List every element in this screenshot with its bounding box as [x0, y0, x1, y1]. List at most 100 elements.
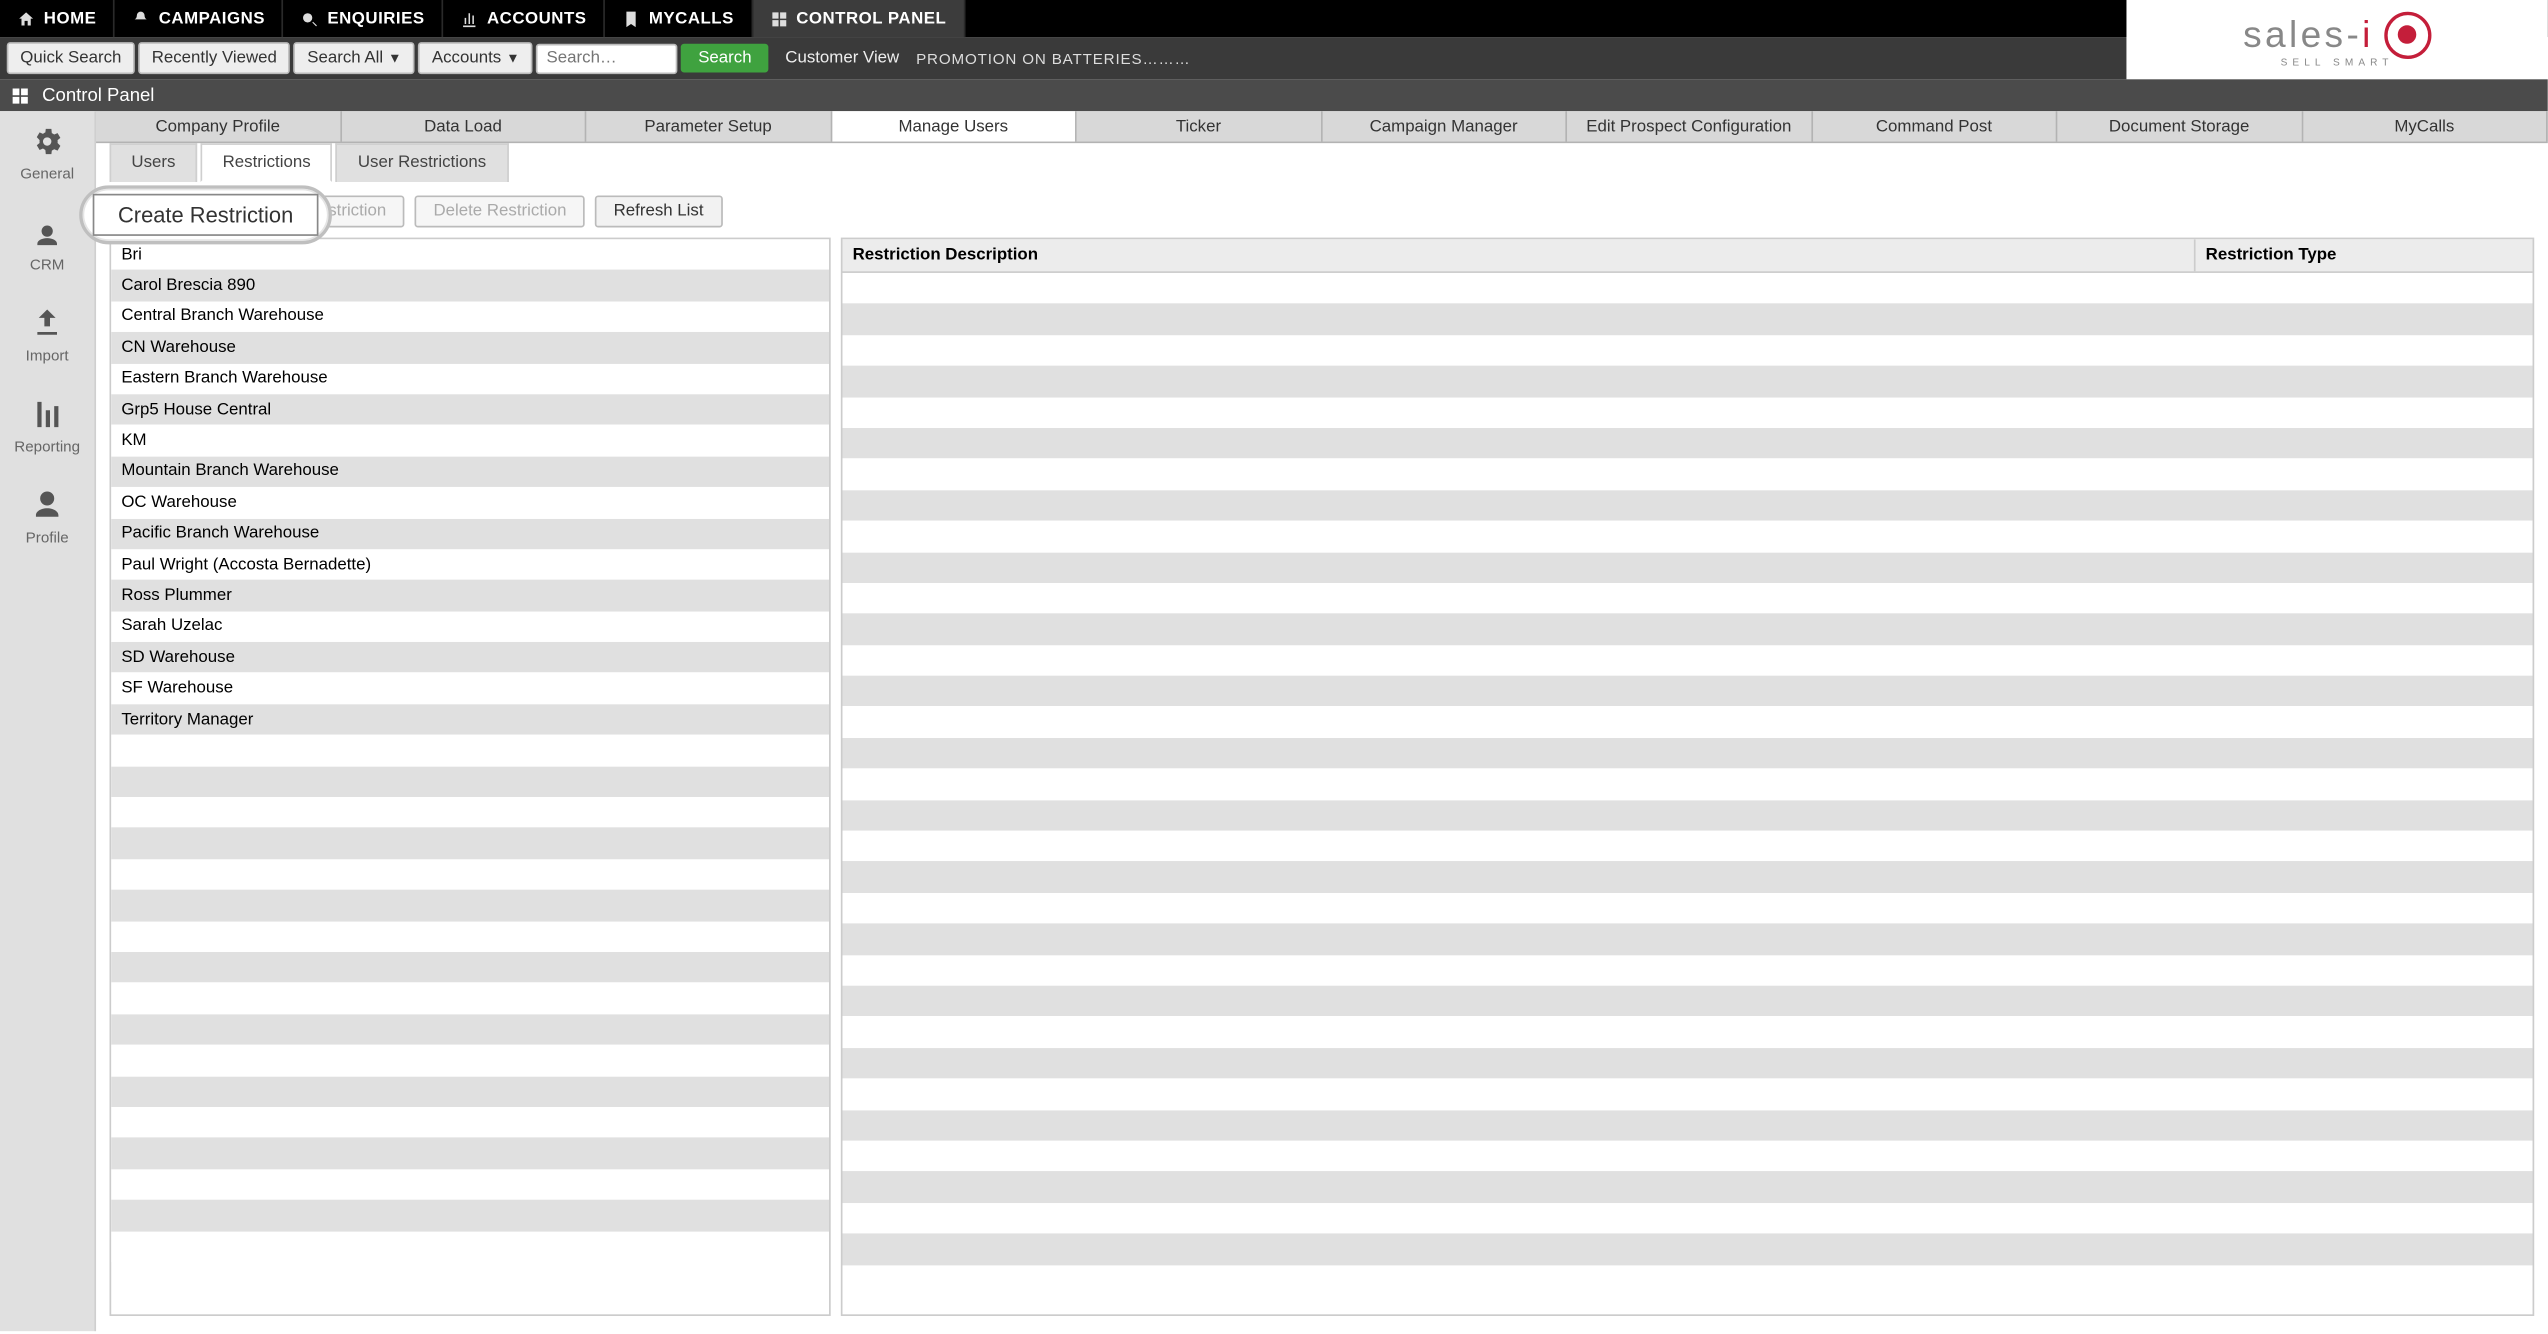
- detail-row: [843, 1203, 2533, 1234]
- sidebar-label: General: [20, 165, 74, 182]
- section-tab-edit-prospect-configuration[interactable]: Edit Prospect Configuration: [1567, 111, 1812, 141]
- inner-tab-user-restrictions[interactable]: User Restrictions: [336, 143, 508, 182]
- nav-icon: [300, 9, 319, 28]
- section-tab-document-storage[interactable]: Document Storage: [2057, 111, 2302, 141]
- sidebar-item-profile[interactable]: Profile: [26, 489, 69, 546]
- detail-row: [843, 335, 2533, 366]
- detail-row: [843, 862, 2533, 893]
- detail-row: [843, 459, 2533, 490]
- restriction-row[interactable]: KM: [111, 425, 829, 456]
- nav-item-campaigns[interactable]: CAMPAIGNS: [115, 0, 284, 37]
- search-scope-label: Search All: [307, 49, 383, 68]
- restriction-row[interactable]: CN Warehouse: [111, 332, 829, 363]
- sidebar-item-import[interactable]: Import: [26, 307, 69, 364]
- recently-viewed-button[interactable]: Recently Viewed: [138, 42, 290, 74]
- restriction-row: [111, 1231, 829, 1262]
- restriction-row[interactable]: Eastern Branch Warehouse: [111, 363, 829, 394]
- restriction-row: [111, 766, 829, 797]
- detail-row: [843, 1234, 2533, 1265]
- nav-item-mycalls[interactable]: MYCALLS: [605, 0, 752, 37]
- detail-row: [843, 1017, 2533, 1048]
- detail-row: [843, 428, 2533, 459]
- restriction-row: [111, 1045, 829, 1076]
- restriction-row[interactable]: Paul Wright (Accosta Bernadette): [111, 549, 829, 580]
- restriction-row[interactable]: Central Branch Warehouse: [111, 301, 829, 332]
- nav-item-enquiries[interactable]: ENQUIRIES: [284, 0, 444, 37]
- page-title: Control Panel: [42, 85, 154, 105]
- brand-logo: sales-i SELL SMART: [2126, 0, 2547, 79]
- detail-row: [843, 645, 2533, 676]
- restriction-row: [111, 1169, 829, 1200]
- page-title-bar: Control Panel: [0, 79, 2548, 111]
- sidebar-label: Reporting: [14, 438, 80, 455]
- detail-row: [843, 583, 2533, 614]
- section-tab-manage-users[interactable]: Manage Users: [832, 111, 1077, 141]
- restriction-row[interactable]: Carol Brescia 890: [111, 270, 829, 301]
- detail-row: [843, 707, 2533, 738]
- section-tab-data-load[interactable]: Data Load: [341, 111, 586, 141]
- restriction-row: [111, 1107, 829, 1138]
- brand-accent: i: [2362, 13, 2374, 55]
- restriction-row[interactable]: Territory Manager: [111, 704, 829, 735]
- restriction-row: [111, 1076, 829, 1107]
- accounts-label: Accounts: [432, 49, 501, 68]
- detail-row: [843, 490, 2533, 521]
- detail-row: [843, 366, 2533, 397]
- restriction-row[interactable]: Ross Plummer: [111, 580, 829, 611]
- restriction-row[interactable]: SF Warehouse: [111, 673, 829, 704]
- nav-item-control-panel[interactable]: CONTROL PANEL: [752, 0, 964, 37]
- restriction-row[interactable]: Sarah Uzelac: [111, 611, 829, 642]
- detail-row: [843, 1110, 2533, 1141]
- restriction-row: [111, 890, 829, 921]
- nav-label: CAMPAIGNS: [159, 9, 265, 28]
- restriction-row[interactable]: SD Warehouse: [111, 642, 829, 673]
- section-tab-parameter-setup[interactable]: Parameter Setup: [586, 111, 831, 141]
- restriction-detail-panel: Restriction Description Restriction Type: [841, 238, 2534, 1316]
- restrictions-list-panel: Restriction Name BriCarol Brescia 890Cen…: [110, 238, 831, 1316]
- sidebar-item-general[interactable]: General: [20, 125, 74, 182]
- nav-item-accounts[interactable]: ACCOUNTS: [443, 0, 605, 37]
- section-tab-mycalls[interactable]: MyCalls: [2303, 111, 2548, 141]
- inner-tab-restrictions[interactable]: Restrictions: [201, 143, 333, 182]
- nav-icon: [132, 9, 151, 28]
- nav-icon: [460, 9, 479, 28]
- restriction-row[interactable]: OC Warehouse: [111, 487, 829, 518]
- search-input[interactable]: [536, 43, 678, 73]
- create-restriction-button[interactable]: Create Restriction: [93, 194, 319, 236]
- search-scope-dropdown[interactable]: Search All▼: [294, 42, 415, 74]
- restriction-row: [111, 1200, 829, 1231]
- restriction-row[interactable]: Grp5 House Central: [111, 394, 829, 425]
- detail-row: [843, 397, 2533, 428]
- quick-search-button[interactable]: Quick Search: [7, 42, 135, 74]
- detail-row: [843, 521, 2533, 552]
- section-tab-company-profile[interactable]: Company Profile: [96, 111, 341, 141]
- restriction-row: [111, 828, 829, 859]
- section-tab-command-post[interactable]: Command Post: [1812, 111, 2057, 141]
- brand-sub: SELL SMART: [2281, 58, 2394, 68]
- accounts-dropdown[interactable]: Accounts▼: [418, 42, 533, 74]
- logo-circle-icon: [2384, 11, 2431, 58]
- refresh-list-button[interactable]: Refresh List: [595, 195, 722, 227]
- restriction-row[interactable]: Pacific Branch Warehouse: [111, 518, 829, 549]
- sidebar-item-reporting[interactable]: Reporting: [14, 398, 80, 455]
- customer-view-link[interactable]: Customer View: [785, 49, 899, 68]
- detail-row: [843, 986, 2533, 1017]
- detail-row: [843, 552, 2533, 583]
- detail-row: [843, 1048, 2533, 1079]
- restriction-row: [111, 1014, 829, 1045]
- nav-item-home[interactable]: HOME: [0, 0, 115, 37]
- restriction-description-header: Restriction Description: [853, 246, 2194, 265]
- restriction-row[interactable]: Mountain Branch Warehouse: [111, 456, 829, 487]
- nav-icon: [17, 9, 36, 28]
- delete-restriction-button[interactable]: Delete Restriction: [415, 195, 585, 227]
- search-bar: Quick Search Recently Viewed Search All▼…: [0, 37, 2126, 79]
- sidebar-icon: [30, 216, 64, 250]
- section-tab-campaign-manager[interactable]: Campaign Manager: [1322, 111, 1567, 141]
- detail-row: [843, 769, 2533, 800]
- sidebar-item-crm[interactable]: CRM: [30, 216, 65, 273]
- inner-tab-users[interactable]: Users: [110, 143, 198, 182]
- restriction-type-header: Restriction Type: [2194, 239, 2523, 271]
- section-tab-ticker[interactable]: Ticker: [1077, 111, 1322, 141]
- sidebar-icon: [30, 307, 64, 341]
- search-button[interactable]: Search: [681, 44, 768, 73]
